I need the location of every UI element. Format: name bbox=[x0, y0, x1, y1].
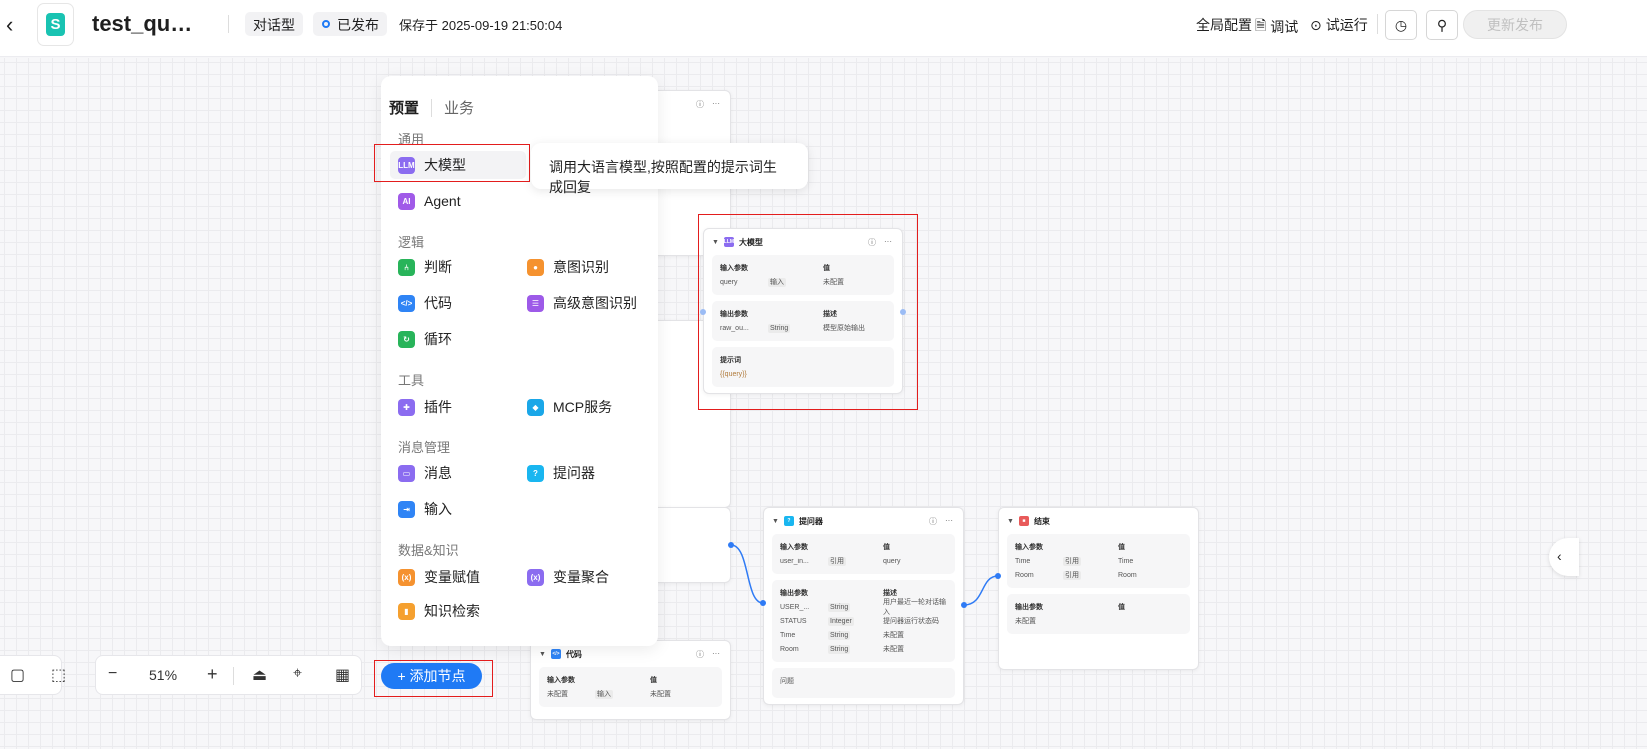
menu-item-advanced-intent[interactable]: ☰ 高级意图识别 bbox=[519, 289, 637, 317]
group-title: 消息管理 bbox=[398, 440, 451, 455]
menu-item-knowledge[interactable]: ▮ 知识检索 bbox=[390, 597, 480, 625]
pointer-icon[interactable]: ⬚ bbox=[51, 665, 66, 685]
fit-view-icon[interactable]: ⏏ bbox=[252, 665, 267, 685]
mcp-icon: ◆ bbox=[527, 398, 544, 416]
llm-icon: LLM bbox=[723, 237, 735, 247]
agent-icon: AI bbox=[398, 192, 415, 210]
info-icon: ⓘ bbox=[696, 650, 704, 659]
view-toolbar: ▢ ⬚ bbox=[0, 655, 66, 695]
add-node-button[interactable]: + 添加节点 bbox=[381, 663, 482, 689]
menu-item-plugin[interactable]: ✚ 插件 bbox=[390, 393, 452, 421]
menu-item-input[interactable]: ⇥ 输入 bbox=[390, 495, 452, 523]
focus-icon[interactable]: ⌖ bbox=[293, 665, 302, 683]
end-node[interactable]: ▼ ■ 结束 输入参数值 Time 引用 Time Room 引用 Room 输出参数值未配… bbox=[998, 507, 1199, 670]
message-icon: ▭ bbox=[398, 464, 415, 482]
edge bbox=[963, 575, 999, 606]
highlight-box bbox=[374, 144, 530, 182]
list-icon: ☰ bbox=[527, 294, 544, 312]
tab-business[interactable]: 业务 bbox=[444, 97, 474, 118]
menu-item-mcp[interactable]: ◆ MCP服务 bbox=[519, 393, 612, 421]
group-title: 工具 bbox=[398, 373, 425, 388]
code-icon: </> bbox=[398, 294, 415, 312]
panel-expand-button[interactable]: ‹ bbox=[1549, 538, 1579, 576]
minimap-icon[interactable]: ▢ bbox=[10, 665, 25, 685]
zoom-toolbar: − 51% + ⏏ ⌖ ▦ bbox=[95, 655, 362, 695]
llm-node[interactable]: ▼ LLM 大模型 ⓘ ··· 输入参数值 query 输入 未配置 输出参数 描述 raw… bbox=[703, 228, 903, 394]
group-title: 逻辑 bbox=[398, 235, 425, 250]
variable-icon: (x) bbox=[527, 568, 544, 586]
tab-preset[interactable]: 预置 bbox=[389, 97, 419, 118]
menu-item-intent[interactable]: ● 意图识别 bbox=[519, 253, 609, 281]
code-node[interactable]: ▼ </> 代码 ⓘ ··· 输入参数值 未配置 输入 未配置 bbox=[530, 640, 731, 720]
user-icon: ● bbox=[527, 258, 544, 276]
more-icon: ··· bbox=[884, 237, 892, 246]
zoom-out-icon[interactable]: − bbox=[108, 665, 117, 683]
more-icon: ··· bbox=[712, 649, 720, 658]
info-icon: ⓘ bbox=[929, 517, 937, 526]
menu-item-message[interactable]: ▭ 消息 bbox=[390, 459, 452, 487]
question-icon: ? bbox=[783, 516, 794, 526]
menu-item-code[interactable]: </> 代码 bbox=[390, 289, 452, 317]
menu-item-asker[interactable]: ? 提问器 bbox=[519, 459, 595, 487]
info-icon: ⓘ bbox=[868, 238, 876, 247]
loop-icon: ↻ bbox=[398, 330, 415, 348]
group-title: 数据&知识 bbox=[398, 543, 459, 558]
variable-icon: (x) bbox=[398, 568, 415, 586]
chevron-left-icon: ‹ bbox=[1557, 548, 1562, 564]
code-icon: </> bbox=[550, 649, 561, 659]
menu-item-agent[interactable]: AI Agent bbox=[390, 187, 461, 215]
menu-item-var-aggregate[interactable]: (x) 变量聚合 bbox=[519, 563, 609, 591]
zoom-level[interactable]: 51% bbox=[149, 667, 177, 683]
menu-item-condition[interactable]: ⑃ 判断 bbox=[390, 253, 452, 281]
branch-icon: ⑃ bbox=[398, 258, 415, 276]
menu-item-var-assign[interactable]: (x) 变量赋值 bbox=[390, 563, 480, 591]
asker-node[interactable]: ▼? 提问器 ⓘ ··· 输入参数值 user_in... 引用 query 输出参数描… bbox=[763, 507, 964, 705]
zoom-in-icon[interactable]: + bbox=[207, 664, 218, 685]
menu-item-loop[interactable]: ↻ 循环 bbox=[390, 325, 452, 353]
book-icon: ▮ bbox=[398, 602, 415, 620]
puzzle-icon: ✚ bbox=[398, 398, 415, 416]
question-icon: ? bbox=[527, 464, 544, 482]
llm-tooltip: 调用大语言模型,按照配置的提示词生成回复 bbox=[531, 143, 808, 195]
layout-icon[interactable]: ▦ bbox=[335, 665, 350, 685]
more-icon: ··· bbox=[945, 516, 953, 525]
edge bbox=[730, 544, 764, 604]
stop-icon: ■ bbox=[1018, 516, 1029, 526]
input-icon: ⇥ bbox=[398, 500, 415, 518]
